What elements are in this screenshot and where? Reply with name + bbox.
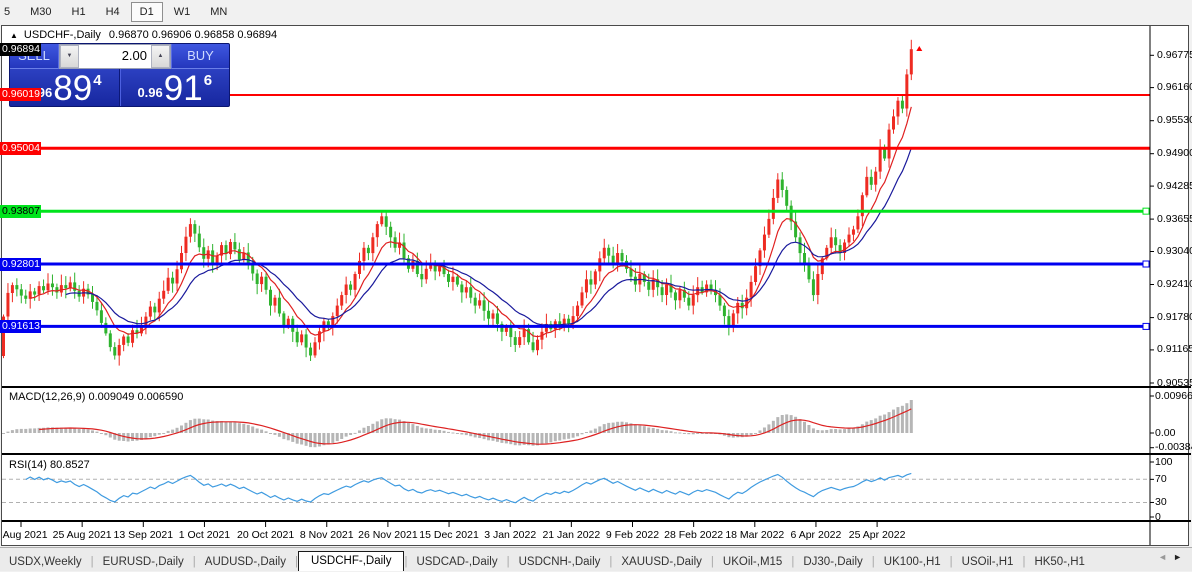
level-line-handle[interactable]: [1143, 208, 1149, 214]
one-click-trade-panel: SELL ▼ 2.00 ▲ BUY 0.96894 0.96916: [9, 43, 230, 107]
date-label: 15 Dec 2021: [419, 529, 479, 541]
price-tick-label: 0.91780: [1157, 311, 1192, 323]
macd-main-value: 0.009049: [88, 391, 134, 403]
price-tick-label: 0.93655: [1157, 213, 1192, 225]
tab-scroll-right-icon[interactable]: ►: [1173, 552, 1188, 562]
date-label: 3 Jan 2022: [484, 529, 536, 541]
price-badge-resistance: 0.96019: [0, 88, 41, 101]
buy-price-display[interactable]: 0.96916: [120, 69, 230, 106]
chart-title-bar: ▲ USDCHF-,Daily 0.96870 0.96906 0.96858 0.…: [10, 29, 277, 41]
rsi-value: 80.8527: [50, 459, 90, 471]
price-tick-label: 0.90535: [1157, 377, 1192, 389]
trading-platform-screen: 5M30H1H4D1W1MN ▲USDCHF-,Daily0.96870 0.9…: [0, 0, 1192, 572]
price-tick-label: 0.94285: [1157, 180, 1192, 192]
price-tick-label: 0.91165: [1157, 343, 1192, 355]
chart-tab-usoil-h1[interactable]: USOil-,H1: [953, 552, 1023, 571]
date-label: 26 Nov 2021: [358, 529, 418, 541]
rsi-axis-label: 0: [1155, 511, 1161, 523]
buy-price-pip-digit: 6: [204, 72, 212, 89]
rsi-axis-label: 100: [1155, 456, 1173, 468]
level-line-handle[interactable]: [1143, 261, 1149, 267]
date-label: 25 Apr 2022: [849, 529, 906, 541]
date-label: 18 Mar 2022: [725, 529, 784, 541]
macd-indicator-label: MACD(12,26,9) 0.009049 0.006590: [9, 391, 183, 403]
volume-decrease-button[interactable]: ▼: [60, 45, 79, 68]
chart-tab-dj30-daily[interactable]: DJ30-,Daily: [794, 552, 871, 571]
chart-tab-usdchf-daily[interactable]: USDCHF-,Daily: [298, 551, 405, 571]
price-tick-label: 0.96775: [1157, 49, 1192, 61]
price-badge-resistance: 0.95004: [0, 142, 41, 155]
date-label: 13 Sep 2021: [114, 529, 174, 541]
chart-tab-usdcad-daily[interactable]: USDCAD-,Daily: [407, 552, 506, 571]
macd-histogram: [2, 400, 913, 447]
price-alert-arrow-icon: [916, 46, 922, 51]
volume-spinner: ▼ 2.00 ▲: [59, 44, 171, 69]
rsi-line: [26, 473, 912, 502]
price-badge-current-price: 0.96894: [0, 43, 41, 56]
buy-button[interactable]: BUY: [171, 44, 229, 69]
chart-tab-ukoil-m15[interactable]: UKOil-,M15: [714, 552, 791, 571]
price-badge-support: 0.91613: [0, 320, 41, 333]
rsi-axis-label: 70: [1155, 473, 1167, 485]
chart-tab-xauusd-daily[interactable]: XAUUSD-,Daily: [612, 552, 711, 571]
tab-scroll-arrows: ◄►: [1158, 552, 1188, 562]
macd-axis-label: 0.00: [1155, 427, 1175, 439]
tab-scroll-left-icon[interactable]: ◄: [1158, 552, 1173, 562]
macd-axis-label: -0.00384: [1155, 441, 1192, 453]
volume-input[interactable]: 2.00: [79, 45, 151, 68]
chart-ohlc-quotes: 0.96870 0.96906 0.96858 0.96894: [109, 29, 277, 41]
rsi-indicator-label: RSI(14) 80.8527: [9, 459, 90, 471]
macd-signal-value: 0.006590: [137, 391, 183, 403]
buy-price-big-digits: 91: [164, 74, 203, 104]
chart-symbol-label: USDCHF-,Daily: [24, 29, 101, 41]
date-label: 21 Jan 2022: [542, 529, 600, 541]
chart-tab-audusd-daily[interactable]: AUDUSD-,Daily: [196, 552, 295, 571]
chart-tab-bar: USDX,Weekly|EURUSD-,Daily|AUDUSD-,Daily|…: [0, 547, 1192, 571]
price-badge-support: 0.93807: [0, 205, 41, 218]
price-badge-support: 0.92801: [0, 258, 41, 271]
chart-tab-hk50-h1[interactable]: HK50-,H1: [1025, 552, 1094, 571]
date-label: 6 Aug 2021: [0, 529, 48, 541]
chart-tab-uk100-h1[interactable]: UK100-,H1: [875, 552, 950, 571]
rsi-axis-label: 30: [1155, 496, 1167, 508]
price-tick-label: 0.95530: [1157, 114, 1192, 126]
date-label: 9 Feb 2022: [606, 529, 659, 541]
date-label: 20 Oct 2021: [237, 529, 294, 541]
macd-axis-label: 0.009663: [1155, 390, 1192, 402]
sell-price-big-digits: 89: [53, 74, 92, 104]
date-label: 25 Aug 2021: [53, 529, 112, 541]
price-tick-label: 0.94900: [1157, 147, 1192, 159]
moving-average-slow-line: [66, 148, 912, 325]
macd-signal-line: [39, 409, 911, 444]
date-label: 1 Oct 2021: [179, 529, 230, 541]
chart-tab-usdx-weekly[interactable]: USDX,Weekly: [0, 552, 91, 571]
date-label: 6 Apr 2022: [791, 529, 842, 541]
collapse-arrow-icon[interactable]: ▲: [10, 31, 18, 40]
level-line-handle[interactable]: [1143, 323, 1149, 329]
volume-increase-button[interactable]: ▲: [151, 45, 170, 68]
date-label: 8 Nov 2021: [300, 529, 354, 541]
chart-tab-usdcnh-daily[interactable]: USDCNH-,Daily: [510, 552, 610, 571]
price-tick-label: 0.92410: [1157, 278, 1192, 290]
price-tick-label: 0.93040: [1157, 245, 1192, 257]
date-label: 28 Feb 2022: [664, 529, 723, 541]
chart-tab-eurusd-daily[interactable]: EURUSD-,Daily: [94, 552, 193, 571]
sell-price-pip-digit: 4: [93, 72, 101, 89]
buy-price-prefix: 0.96: [137, 85, 162, 100]
price-tick-label: 0.96160: [1157, 81, 1192, 93]
